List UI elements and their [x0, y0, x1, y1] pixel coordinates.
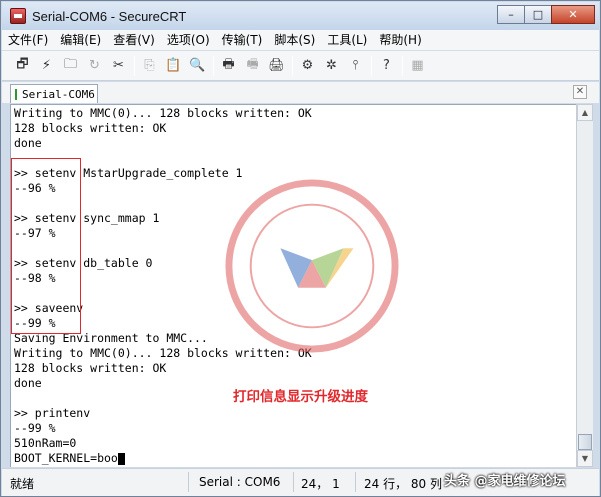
tab-serial-com6[interactable]: Serial-COM6	[10, 84, 98, 103]
tab-label: Serial-COM6	[22, 87, 95, 101]
quick-connect-icon[interactable]: ⚡	[36, 55, 57, 76]
minimize-button[interactable]: –	[497, 5, 525, 24]
toolbar-separator	[292, 55, 293, 76]
terminal-line: 510nRam=0	[14, 436, 77, 450]
status-ready: 就绪	[10, 477, 35, 491]
find-icon[interactable]: 🔍	[187, 55, 208, 76]
scroll-up-icon[interactable]: ▲	[577, 104, 593, 121]
toolbar-extra-icon[interactable]: ▦	[407, 55, 428, 76]
status-size: 24 行， 80 列	[364, 477, 442, 491]
scroll-down-icon[interactable]: ▼	[577, 450, 593, 467]
session-tab-strip: Serial-COM6 ✕	[2, 82, 599, 103]
menu-file[interactable]: 文件(F)	[2, 30, 54, 51]
menu-options[interactable]: 选项(O)	[161, 30, 216, 51]
menu-transfer[interactable]: 传输(T)	[216, 30, 269, 51]
toolbar-separator	[213, 55, 214, 76]
reconnect-icon[interactable]: ↻	[84, 55, 105, 76]
maximize-button[interactable]: □	[524, 5, 552, 24]
terminal-line: 128 blocks written: OK	[14, 361, 167, 375]
terminal-view[interactable]: Writing to MMC(0)... 128 blocks written:…	[10, 104, 576, 467]
terminal-line: 128 blocks written: OK	[14, 121, 167, 135]
securecrt-app-icon[interactable]	[10, 8, 26, 24]
status-cursor-position: 24， 1	[301, 477, 340, 491]
close-button[interactable]: ✕	[551, 5, 595, 24]
terminal-line: >> printenv	[14, 406, 91, 420]
menu-view[interactable]: 查看(V)	[107, 30, 161, 51]
terminal-line: done	[14, 376, 42, 390]
menu-edit[interactable]: 编辑(E)	[54, 30, 107, 51]
text-cursor	[117, 452, 125, 465]
toolbar-separator	[402, 55, 403, 76]
progress-annotation: 打印信息显示升级进度	[233, 389, 368, 405]
toolbar-separator	[371, 55, 372, 76]
watermark-seal-icon	[225, 179, 399, 353]
menu-script[interactable]: 脚本(S)	[268, 30, 321, 51]
toolbar: 🗗 ⚡ 🗀 ↻ ✂ ⎘ 📋 🔍 🖶 🖷 🖨 ⚙ ✲ ⫯ ? ▦	[2, 51, 599, 81]
title-bar[interactable]: Serial-COM6 - SecureCRT – □ ✕	[2, 2, 599, 30]
scroll-thumb[interactable]	[578, 434, 592, 450]
menu-bar: 文件(F) 编辑(E) 查看(V) 选项(O) 传输(T) 脚本(S) 工具(L…	[2, 30, 599, 51]
status-divider	[355, 472, 356, 492]
disconnect-icon[interactable]: ✂	[108, 55, 129, 76]
connect-icon[interactable]: 🗗	[12, 55, 33, 76]
global-options-icon[interactable]: ✲	[321, 55, 342, 76]
status-divider	[293, 472, 294, 492]
connected-indicator-icon	[15, 88, 17, 100]
print-setup-icon[interactable]: 🖷	[242, 55, 263, 76]
window-title: Serial-COM6 - SecureCRT	[32, 8, 187, 24]
status-divider	[188, 472, 189, 492]
terminal-line: BOOT_KERNEL=boo	[14, 451, 125, 466]
print-icon[interactable]: 🖶	[218, 55, 239, 76]
menu-tools[interactable]: 工具(L)	[321, 30, 373, 51]
copy-icon[interactable]: ⎘	[139, 55, 160, 76]
keymap-icon[interactable]: ⫯	[345, 55, 366, 76]
terminal-line: Writing to MMC(0)... 128 blocks written:…	[14, 106, 312, 120]
app-window: Serial-COM6 - SecureCRT – □ ✕ 文件(F) 编辑(E…	[0, 0, 601, 497]
paste-icon[interactable]: 📋	[163, 55, 184, 76]
vertical-scrollbar[interactable]: ▲ ▼	[576, 104, 593, 467]
brand-watermark: 头条 @家电维修论坛	[444, 474, 566, 489]
tab-close-icon[interactable]: ✕	[573, 85, 587, 99]
session-options-icon[interactable]: ⚙	[297, 55, 318, 76]
printer-icon[interactable]: 🖨	[266, 55, 287, 76]
toolbar-separator	[134, 55, 135, 76]
status-port: Serial : COM6	[199, 475, 281, 489]
window-controls: – □ ✕	[497, 5, 595, 24]
terminal-line: done	[14, 136, 42, 150]
connect-tab-icon[interactable]: 🗀	[60, 55, 81, 76]
help-icon[interactable]: ?	[376, 55, 397, 76]
menu-help[interactable]: 帮助(H)	[373, 30, 427, 51]
highlight-box	[11, 158, 81, 334]
terminal-line: --99 %	[14, 421, 56, 435]
